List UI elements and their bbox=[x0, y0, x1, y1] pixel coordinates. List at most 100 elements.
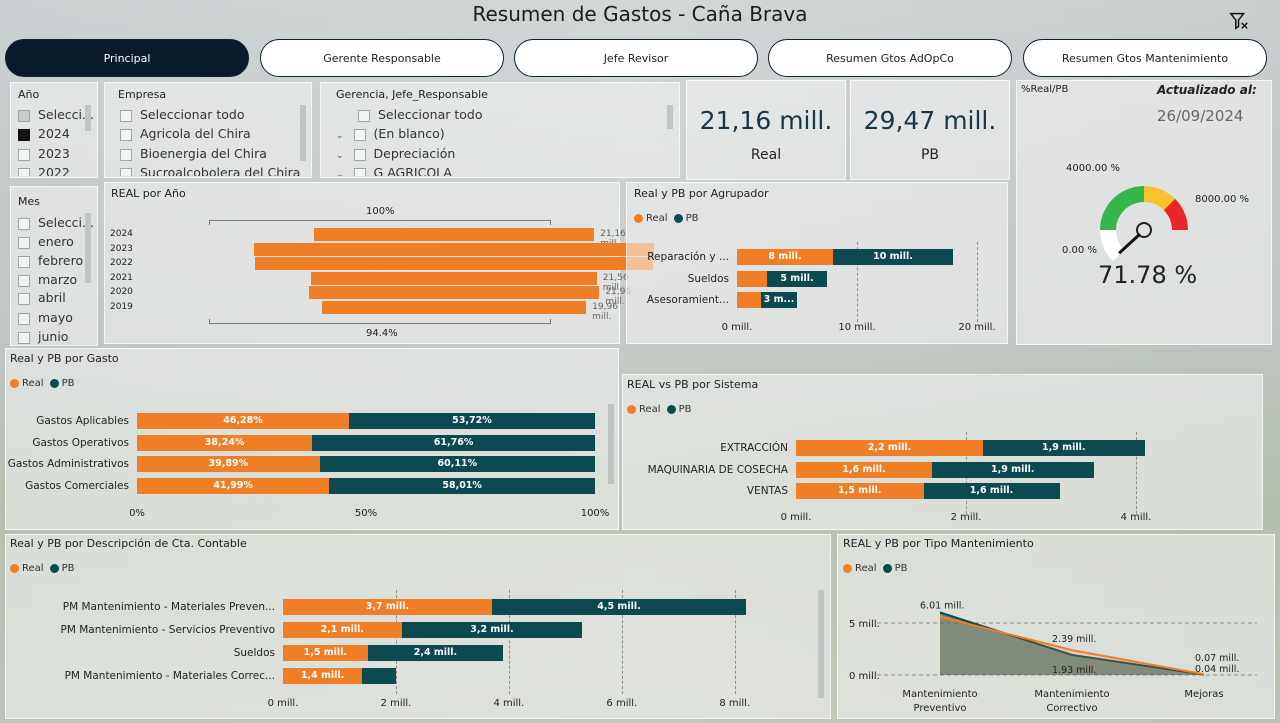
slicer-empresa-item[interactable]: Agricola del Chira bbox=[120, 126, 251, 141]
category-label: MAQUINARIA DE COSECHA bbox=[647, 463, 788, 476]
tick-label: 2 mill. bbox=[950, 512, 982, 523]
category-label: 2019 bbox=[110, 301, 133, 312]
category-label: 2022 bbox=[110, 258, 133, 268]
slicer-mes-item[interactable]: abril bbox=[18, 290, 66, 305]
chevron-down-icon[interactable]: ⌄ bbox=[336, 170, 344, 176]
slicer-gerencia-item[interactable]: Seleccionar todo bbox=[358, 107, 482, 122]
tick-label: 0 mill. bbox=[780, 512, 812, 523]
kpi-pb-label: PB bbox=[920, 147, 940, 163]
slicer-empresa-label: Empresa bbox=[118, 88, 167, 101]
area-chart: 0 mill. 5 mill. 6.01 mill. 2.39 mill. 1.93 m… bbox=[849, 600, 1257, 714]
tick-label: 5 mill. bbox=[849, 619, 880, 630]
bar-label: 1,6 mill. bbox=[969, 485, 1014, 496]
updated-date: 26/09/2024 bbox=[1157, 107, 1244, 125]
category-label: PM Mantenimiento - Materiales Correc... bbox=[64, 670, 275, 682]
category-label: Gastos Comerciales bbox=[25, 479, 129, 492]
category-label: Gastos Administrativos bbox=[7, 458, 129, 470]
slicer-anio-label: Año bbox=[18, 88, 40, 101]
slicer-anio-item[interactable]: 2023 bbox=[18, 146, 70, 161]
bracket-top bbox=[209, 220, 551, 225]
chart-cta-scrollbar[interactable] bbox=[818, 590, 824, 698]
bar-label: 2,4 mill. bbox=[413, 647, 458, 658]
data-label: 19,96 mill. bbox=[592, 301, 618, 322]
slicer-anio-item[interactable]: Selecci... bbox=[18, 107, 94, 122]
slicer-mes-scrollbar[interactable] bbox=[85, 213, 91, 283]
data-label: 100% bbox=[366, 206, 395, 217]
tab-resumen-mantenimiento[interactable]: Resumen Gtos Mantenimiento bbox=[1023, 39, 1267, 77]
slicer-mes-item[interactable]: mayo bbox=[18, 310, 73, 325]
bar-label: 4,5 mill. bbox=[597, 601, 641, 612]
slicer-gerencia-label: Gerencia, Jefe_Responsable bbox=[336, 88, 488, 101]
bar-real bbox=[311, 271, 597, 285]
bar-label: 46,28% bbox=[223, 415, 263, 426]
bar-label: 53,72% bbox=[452, 415, 492, 426]
bar-label: 1,5 mill. bbox=[838, 485, 882, 496]
slicer-anio-scrollbar[interactable] bbox=[85, 105, 91, 131]
tick-label: 20 mill. bbox=[958, 322, 996, 333]
category-label: Mejoras bbox=[1184, 689, 1223, 700]
tick-label: 4 mill. bbox=[493, 698, 525, 709]
gauge-chart bbox=[1100, 186, 1188, 262]
bar-real bbox=[254, 242, 654, 256]
slicer-gerencia-item[interactable]: ⌄ G AGRICOLA bbox=[336, 165, 452, 176]
tab-principal[interactable]: Principal bbox=[5, 39, 249, 77]
bar-pb bbox=[362, 668, 396, 684]
slicer-gerencia-item[interactable]: ⌄ Depreciación bbox=[336, 146, 455, 161]
data-label: 2.39 mill. bbox=[1052, 634, 1096, 645]
slicer-mes-item[interactable]: junio bbox=[18, 329, 68, 344]
category-label: Mantenimiento bbox=[902, 689, 977, 700]
bar-label: 41,99% bbox=[213, 479, 253, 491]
bar-label: 61,76% bbox=[433, 436, 474, 448]
bar-label: 10 mill. bbox=[873, 251, 913, 262]
bar-real bbox=[737, 270, 767, 287]
tick-label: 100% bbox=[580, 508, 610, 519]
slicer-empresa-item[interactable]: Bioenergia del Chira bbox=[120, 146, 267, 161]
bar-real bbox=[321, 300, 587, 314]
filter-icon[interactable] bbox=[1228, 10, 1250, 32]
bar-label: 58,01% bbox=[442, 479, 482, 491]
tick-label: 0% bbox=[129, 508, 145, 519]
category-label: Sueldos bbox=[233, 647, 275, 659]
tab-gerente-responsable[interactable]: Gerente Responsable bbox=[260, 39, 504, 77]
slicer-mes-item[interactable]: enero bbox=[18, 234, 74, 249]
slicer-empresa-item[interactable]: Seleccionar todo bbox=[120, 107, 244, 122]
tick-label: 10 mill. bbox=[838, 322, 876, 333]
data-label: 1.93 mill. bbox=[1052, 665, 1096, 676]
kpi-real-value: 21,16 mill. bbox=[699, 106, 833, 135]
bar-label: 2,2 mill. bbox=[867, 442, 912, 453]
chart-gasto-scrollbar[interactable] bbox=[608, 404, 614, 484]
category-label: Asesoramient... bbox=[646, 294, 729, 306]
slicer-mes-item[interactable]: febrero bbox=[18, 253, 83, 268]
category-label: Sueldos bbox=[687, 272, 729, 285]
updated-label: Actualizado al: bbox=[1157, 83, 1257, 97]
tab-jefe-revisor[interactable]: Jefe Revisor bbox=[514, 39, 758, 77]
chevron-down-icon[interactable]: ⌄ bbox=[336, 151, 344, 161]
slicer-anio-item[interactable]: 2024 bbox=[18, 126, 70, 141]
tick-label: 0 mill. bbox=[849, 671, 880, 682]
slicer-gerencia-scrollbar[interactable] bbox=[667, 105, 673, 129]
gridline bbox=[977, 242, 978, 322]
category-label: Reparación y ... bbox=[647, 251, 729, 263]
category-label: Gastos Operativos bbox=[32, 436, 129, 449]
slicer-anio-item[interactable]: 2022 bbox=[18, 165, 70, 176]
slicer-mes-item[interactable]: marzo bbox=[18, 272, 77, 287]
category-label: PM Mantenimiento - Servicios Preventivo bbox=[60, 624, 275, 636]
slicer-empresa-item[interactable]: Sucroalcobolera del Chira bbox=[120, 165, 300, 176]
slicer-empresa-scrollbar[interactable] bbox=[300, 105, 306, 161]
bar-real bbox=[737, 292, 761, 308]
data-label: 94.4% bbox=[366, 328, 398, 339]
bar-label: 5 mill. bbox=[780, 272, 814, 284]
bar-label: 1,4 mill. bbox=[300, 670, 345, 681]
slicer-mes-label: Mes bbox=[18, 195, 40, 208]
tick-label: 8 mill. bbox=[719, 698, 751, 709]
gauge-needle bbox=[1118, 232, 1142, 255]
bar-label: 1,5 mill. bbox=[303, 647, 348, 658]
tick-label: 0 mill. bbox=[721, 322, 753, 333]
bar-label: 60,11% bbox=[437, 458, 478, 469]
bar-real bbox=[308, 286, 600, 299]
bar-real bbox=[313, 228, 595, 241]
slicer-mes-item[interactable]: Selecci... bbox=[18, 215, 94, 230]
chevron-down-icon[interactable]: ⌄ bbox=[336, 131, 344, 141]
slicer-gerencia-item[interactable]: ⌄ (En blanco) bbox=[336, 126, 445, 141]
tab-resumen-adopco[interactable]: Resumen Gtos AdOpCo bbox=[768, 39, 1012, 77]
